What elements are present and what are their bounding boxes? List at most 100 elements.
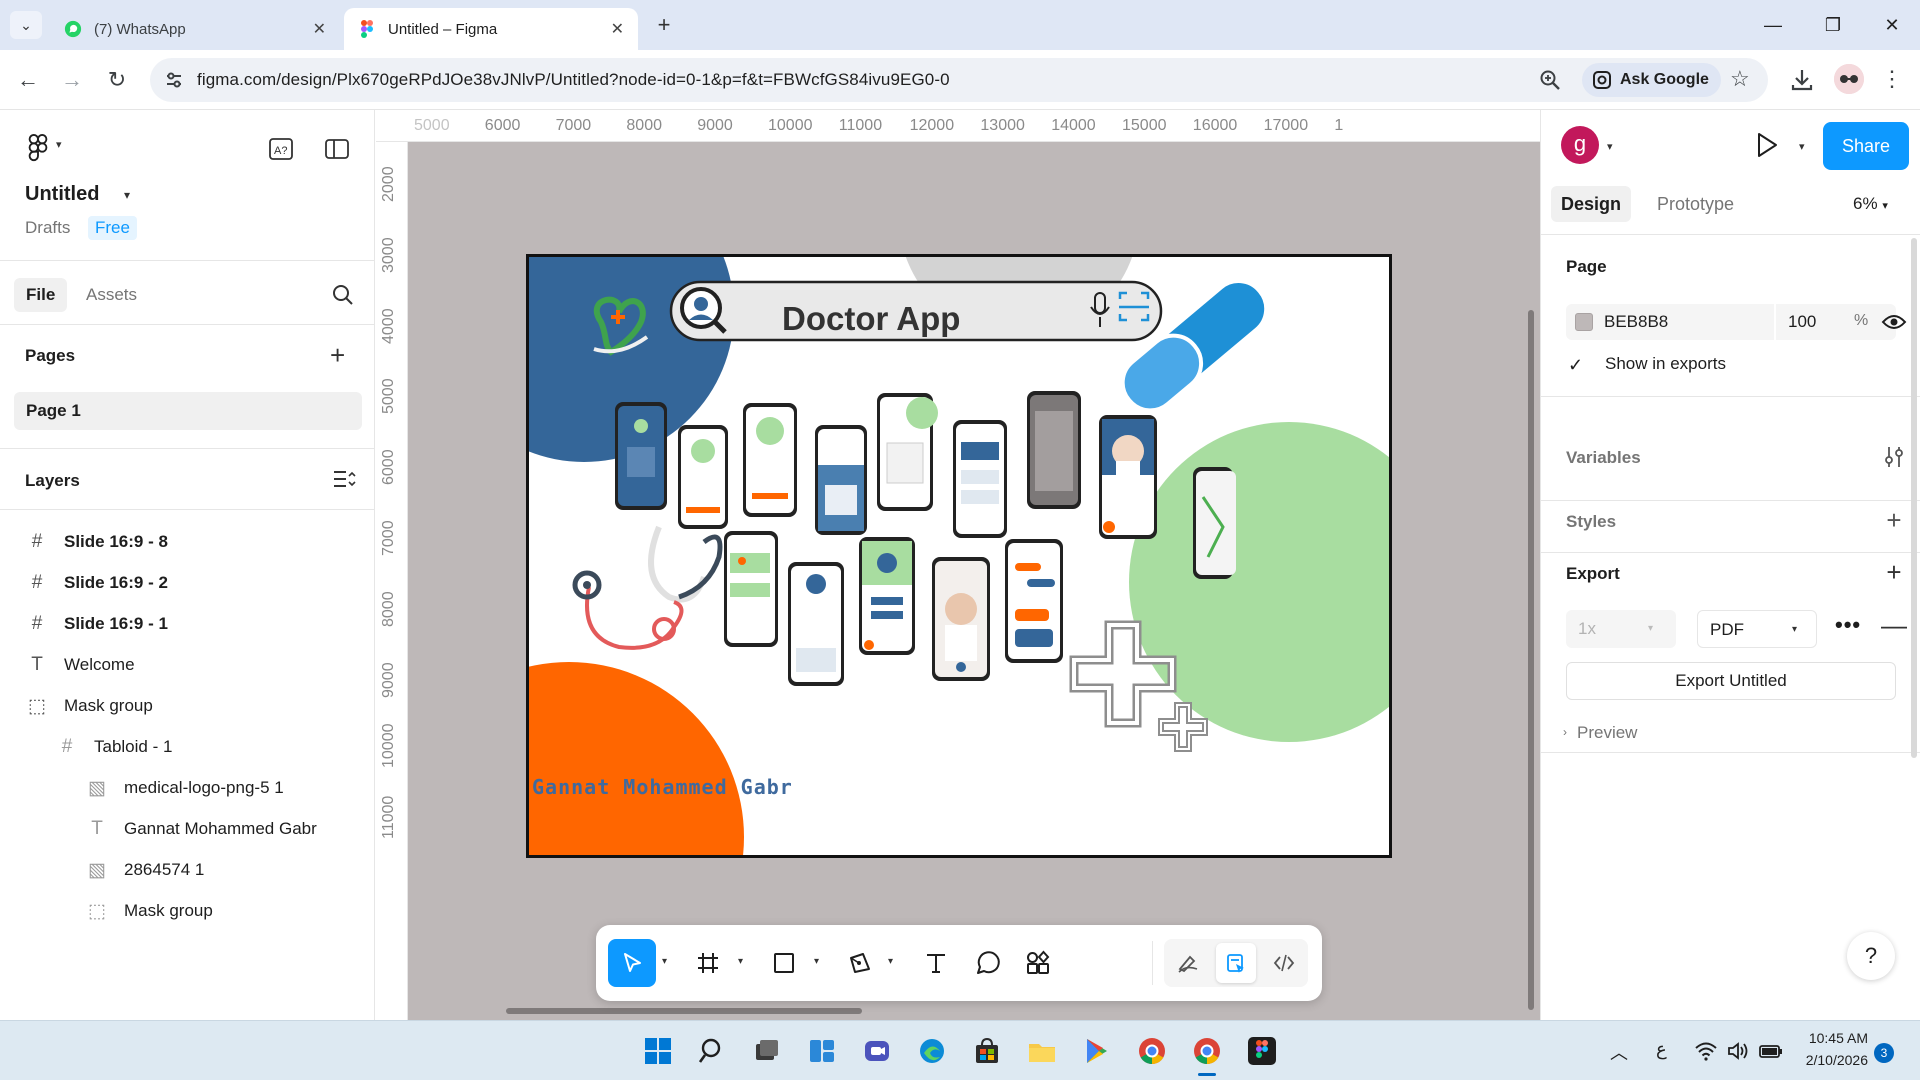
comment-tool-button[interactable]: [964, 939, 1012, 987]
tab-prototype[interactable]: Prototype: [1647, 186, 1744, 222]
layer-item[interactable]: # Slide 16:9 - 8: [0, 522, 374, 562]
layer-item[interactable]: ▧ medical-logo-png-5 1: [0, 768, 374, 808]
text-tool-button[interactable]: [912, 939, 960, 987]
profile-avatar[interactable]: [1834, 64, 1864, 94]
dev-mode-button[interactable]: [1264, 943, 1304, 983]
page-color-swatch[interactable]: [1575, 313, 1593, 331]
close-window-button[interactable]: ✕: [1872, 10, 1912, 40]
export-button[interactable]: Export Untitled: [1566, 662, 1896, 700]
artboard-tabloid-1[interactable]: Doctor App Gannat Mohammed Gabr: [526, 254, 1392, 858]
chevron-down-icon[interactable]: ▾: [124, 188, 130, 202]
variables-icon[interactable]: [1881, 444, 1907, 470]
chevron-down-icon[interactable]: ▾: [888, 956, 893, 967]
input-language[interactable]: ع: [1656, 1039, 1667, 1060]
layer-item[interactable]: # Slide 16:9 - 1: [0, 604, 374, 644]
text-style-icon[interactable]: A?: [268, 136, 294, 162]
remove-export-icon[interactable]: —: [1881, 610, 1907, 641]
chevron-right-icon[interactable]: ›: [1563, 725, 1567, 739]
plan-badge[interactable]: Free: [88, 216, 137, 240]
chevron-down-icon[interactable]: ▾: [56, 138, 62, 151]
design-mode-button[interactable]: [1216, 943, 1256, 983]
widgets-icon[interactable]: [806, 1035, 838, 1067]
present-play-icon[interactable]: [1751, 130, 1781, 160]
notification-badge[interactable]: 3: [1874, 1043, 1894, 1063]
draw-mode-button[interactable]: [1168, 943, 1208, 983]
canvas[interactable]: 5000 6000 7000 8000 9000 10000 11000 12000 13000…: [376, 110, 1540, 1020]
edge-browser-icon[interactable]: [916, 1035, 948, 1067]
layer-item[interactable]: # Tabloid - 1: [0, 727, 374, 767]
page-fill-opacity[interactable]: 100: [1788, 312, 1816, 332]
sidebar-toggle-icon[interactable]: [324, 136, 350, 162]
show-in-exports-checkbox[interactable]: ✓: [1568, 355, 1583, 376]
ask-google-button[interactable]: Ask Google: [1582, 63, 1721, 97]
url-text[interactable]: figma.com/design/Plx670geRPdJOe38vJNlvP/…: [197, 70, 950, 90]
layer-item[interactable]: ⬚ Mask group: [0, 686, 374, 726]
chevron-down-icon[interactable]: ▾: [1799, 140, 1805, 153]
move-tool-button[interactable]: [608, 939, 656, 987]
panel-scrollbar[interactable]: [1911, 238, 1917, 758]
page-fill-row[interactable]: BEB8B8 100 %: [1566, 304, 1896, 340]
chevron-down-icon[interactable]: ▾: [1607, 140, 1613, 153]
battery-icon[interactable]: [1758, 1039, 1784, 1063]
shape-tool-button[interactable]: [760, 939, 808, 987]
chevron-down-icon[interactable]: ▾: [662, 956, 667, 967]
help-button[interactable]: ?: [1847, 932, 1895, 980]
more-options-icon[interactable]: •••: [1835, 612, 1861, 638]
add-style-icon[interactable]: +: [1881, 507, 1907, 534]
windows-start-icon[interactable]: [642, 1035, 674, 1067]
layer-item[interactable]: T Welcome: [0, 645, 374, 685]
collapse-layers-icon[interactable]: [332, 468, 356, 490]
minimize-button[interactable]: —: [1753, 10, 1793, 40]
clock-time[interactable]: 10:45 AM: [1788, 1030, 1868, 1046]
layer-item[interactable]: ⬚ Mask group: [0, 891, 374, 931]
clock-date[interactable]: 2/10/2026: [1788, 1052, 1868, 1068]
play-store-icon[interactable]: [1081, 1035, 1113, 1067]
zoom-icon[interactable]: [1538, 68, 1562, 92]
chrome-profile-icon[interactable]: [1136, 1035, 1168, 1067]
reload-button[interactable]: ↻: [101, 64, 133, 96]
chrome-icon[interactable]: [1191, 1035, 1223, 1067]
visibility-eye-icon[interactable]: [1881, 312, 1907, 332]
horizontal-scrollbar[interactable]: [506, 1008, 862, 1014]
zoom-level[interactable]: 6% ▾: [1853, 194, 1888, 214]
maximize-button[interactable]: ❐: [1813, 10, 1853, 40]
tab-file[interactable]: File: [14, 278, 68, 312]
back-button[interactable]: ←: [12, 64, 44, 96]
omnibox[interactable]: figma.com/design/Plx670geRPdJOe38vJNlvP/…: [150, 58, 1768, 102]
volume-icon[interactable]: [1726, 1039, 1750, 1063]
tab-figma[interactable]: Untitled – Figma ✕: [344, 8, 638, 50]
close-tab-icon[interactable]: ✕: [611, 19, 624, 39]
tab-design[interactable]: Design: [1551, 186, 1632, 222]
layer-item[interactable]: ▧ 2864574 1: [0, 850, 374, 890]
page-item[interactable]: Page 1: [14, 392, 362, 430]
bookmark-star-icon[interactable]: ☆: [1730, 66, 1750, 92]
user-avatar[interactable]: g: [1561, 126, 1599, 164]
forward-button[interactable]: →: [56, 64, 88, 96]
preview-toggle[interactable]: Preview: [1577, 723, 1637, 743]
browser-menu-icon[interactable]: ⋮: [1880, 64, 1904, 94]
page-fill-hex[interactable]: BEB8B8: [1604, 312, 1668, 332]
tab-search-button[interactable]: ⌄: [10, 11, 42, 39]
add-page-icon[interactable]: +: [330, 342, 345, 368]
store-icon[interactable]: [971, 1035, 1003, 1067]
chevron-down-icon[interactable]: ▾: [814, 956, 819, 967]
vertical-scrollbar[interactable]: [1528, 310, 1534, 1010]
new-tab-button[interactable]: +: [650, 12, 678, 40]
frame-tool-button[interactable]: [684, 939, 732, 987]
export-scale-select[interactable]: 1x ▾: [1566, 610, 1676, 648]
export-format-select[interactable]: PDF ▾: [1697, 610, 1817, 648]
tab-whatsapp[interactable]: (7) WhatsApp ✕: [50, 8, 340, 50]
chevron-down-icon[interactable]: ▾: [738, 956, 743, 967]
site-settings-icon[interactable]: [164, 70, 184, 90]
file-explorer-icon[interactable]: [1026, 1035, 1058, 1067]
pen-tool-button[interactable]: [836, 939, 884, 987]
figma-menu-icon[interactable]: [26, 134, 50, 162]
share-button[interactable]: Share: [1823, 122, 1909, 170]
download-icon[interactable]: [1788, 66, 1816, 94]
task-view-icon[interactable]: [751, 1035, 783, 1067]
actions-tool-button[interactable]: [1014, 939, 1062, 987]
file-location[interactable]: Drafts: [25, 218, 70, 238]
chevron-up-icon[interactable]: ︿: [1610, 1039, 1628, 1065]
add-export-icon[interactable]: +: [1881, 559, 1907, 586]
tab-assets[interactable]: Assets: [74, 278, 149, 312]
